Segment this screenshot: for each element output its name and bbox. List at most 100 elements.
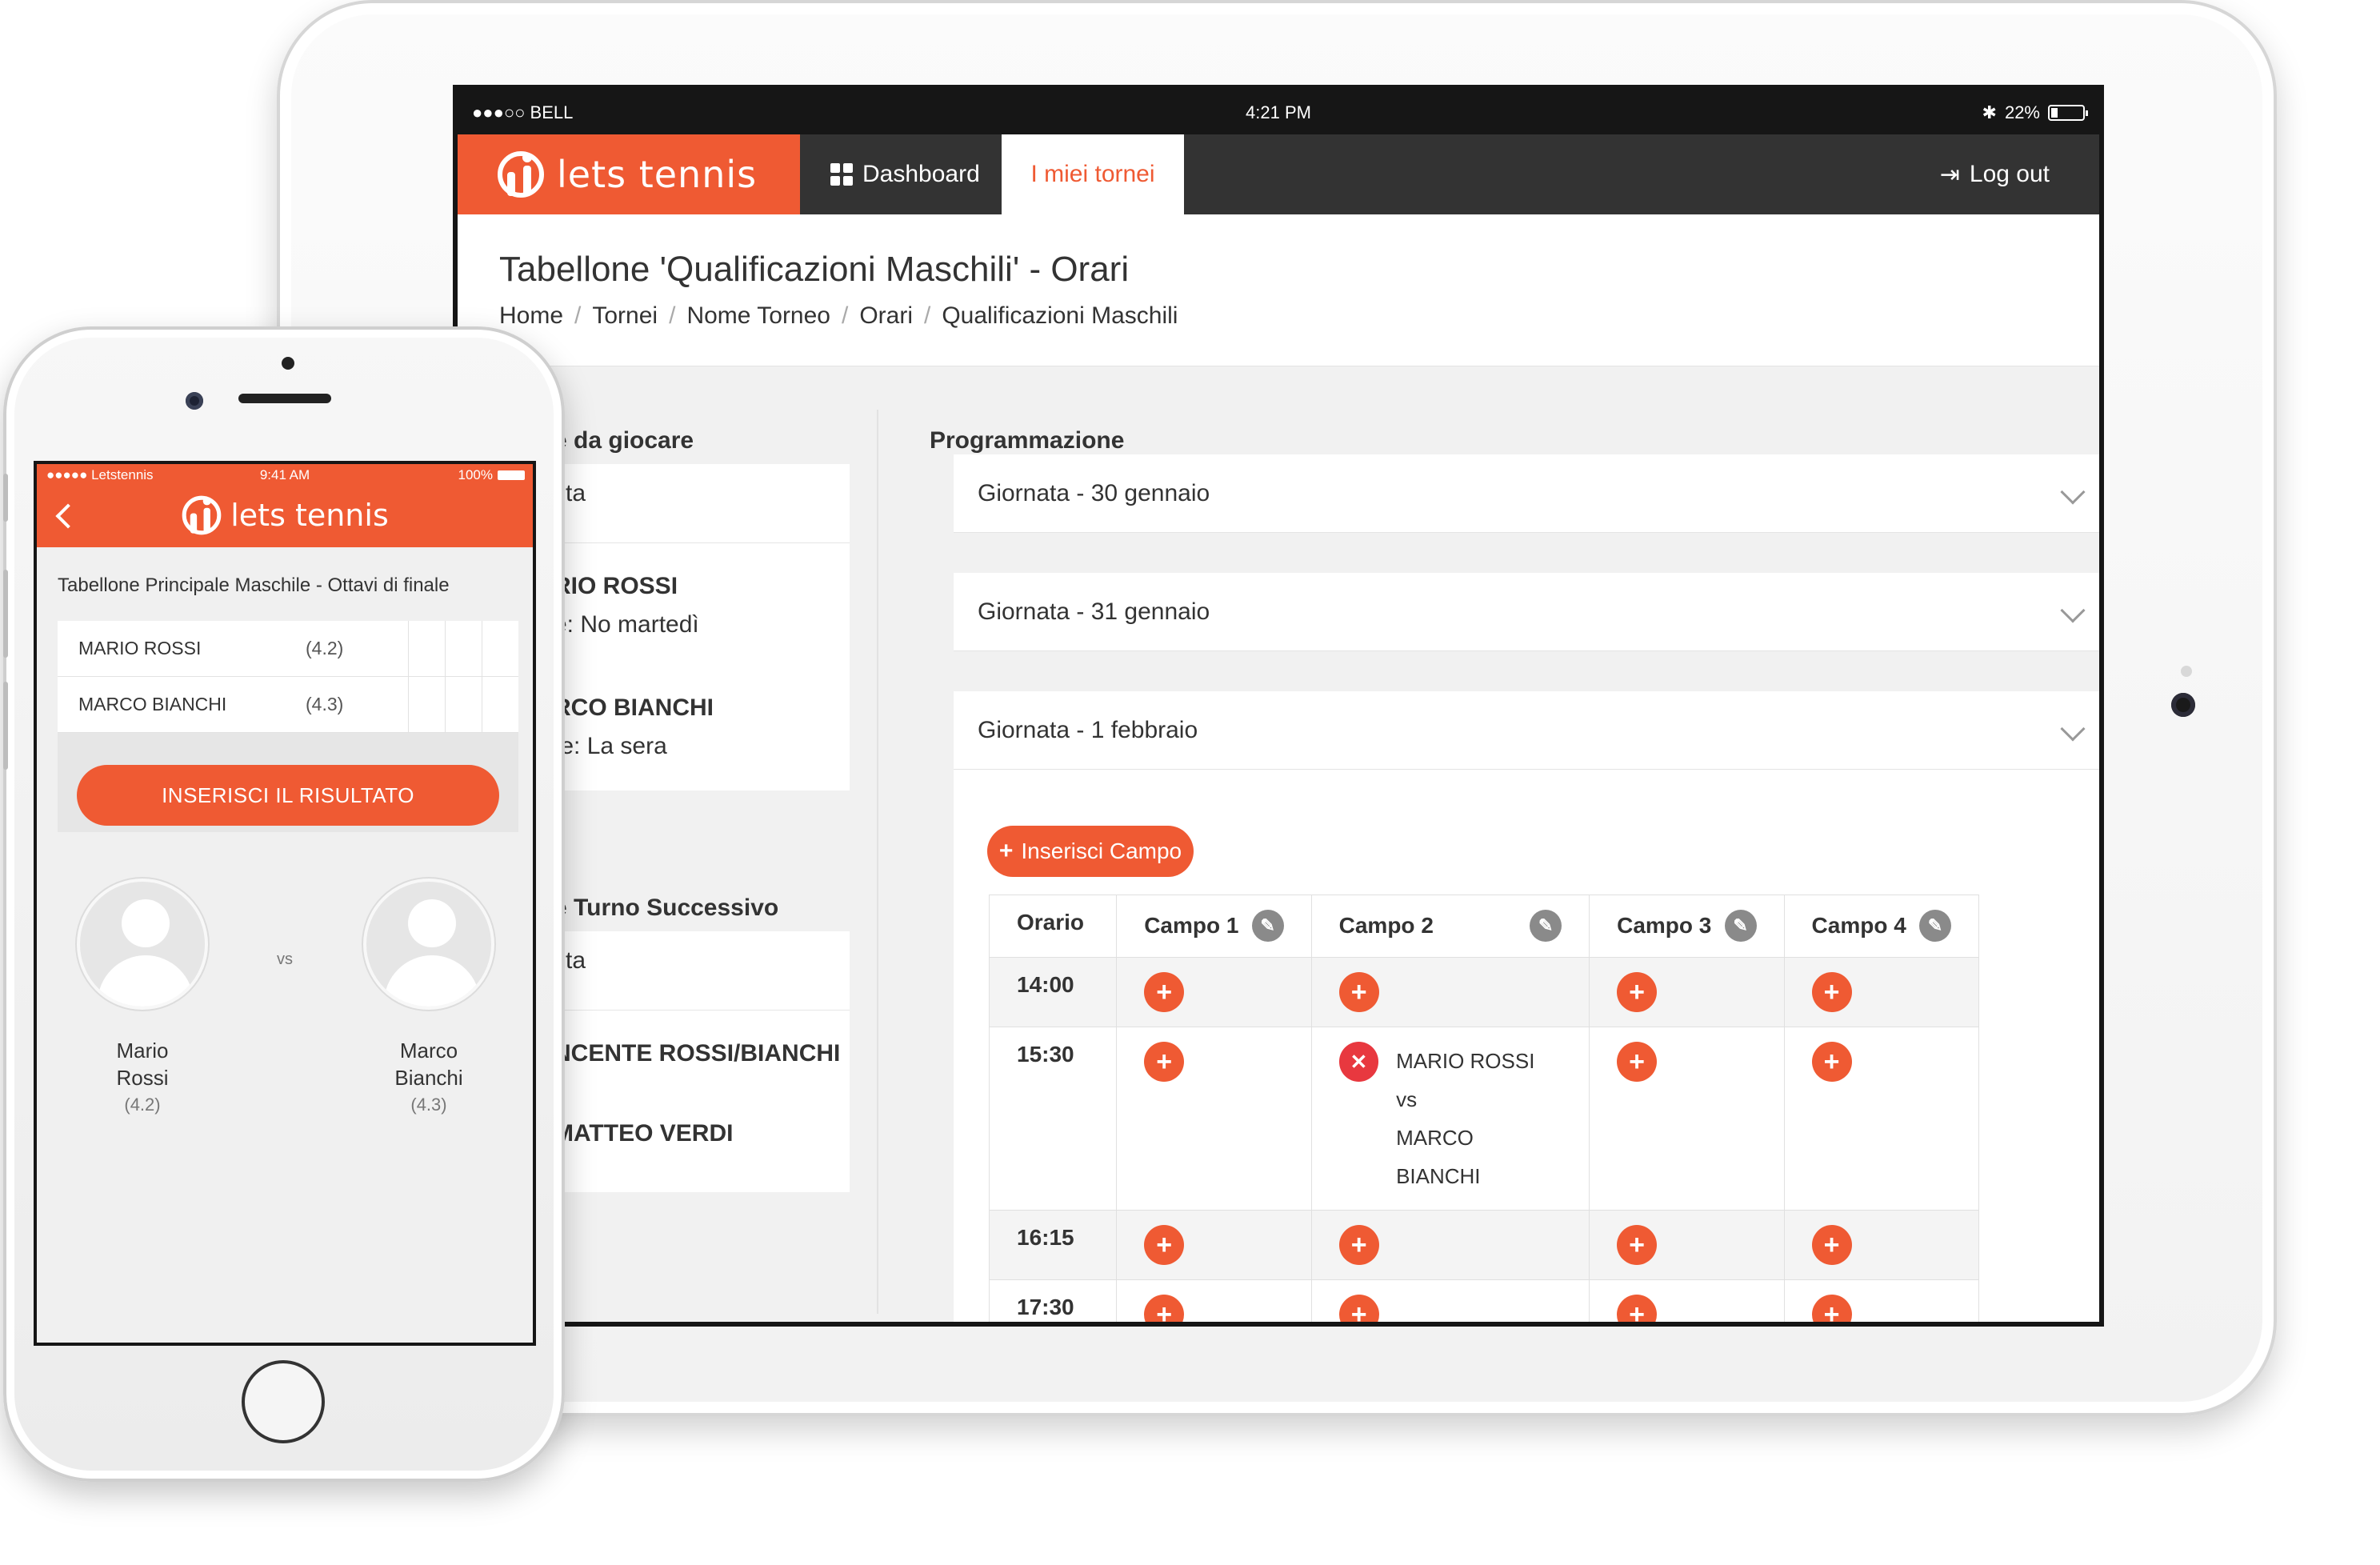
slot-cell: + (1116, 1279, 1312, 1322)
set-cell[interactable] (445, 621, 482, 677)
set-cell[interactable] (482, 677, 518, 733)
add-match-icon[interactable]: + (1617, 1295, 1658, 1322)
plus-icon: + (998, 838, 1014, 864)
match-vs: vs (1396, 1087, 1418, 1111)
nav-dashboard[interactable]: Dashboard (800, 134, 1010, 214)
add-match-icon[interactable]: + (1144, 1042, 1185, 1082)
phone-screen: ●●●●● Letstennis 9:41 AM 100% lets tenni… (34, 461, 536, 1346)
pencil-icon[interactable]: ✎ (1251, 910, 1284, 942)
player-2-rating: (4.3) (410, 1095, 447, 1115)
logout-label: Log out (1969, 161, 2050, 187)
pencil-icon[interactable]: ✎ (1530, 910, 1562, 942)
slot-cell: + (1783, 1027, 1980, 1211)
phone-front-sensor (282, 357, 294, 370)
top-navbar: lets tennis Dashboard I miei tornei ⇥ Lo… (458, 134, 2099, 214)
add-match-icon[interactable]: + (1811, 972, 1852, 1012)
slot-cell: + (1589, 957, 1785, 1027)
chevron-down-icon (2060, 479, 2086, 505)
brand-logo[interactable]: lets tennis (458, 134, 800, 214)
avatar-body (98, 955, 194, 1007)
logout-button[interactable]: ⇥ Log out (1910, 134, 2080, 214)
table-row: 14:00 + + + + (988, 957, 1980, 1027)
add-campo-button[interactable]: + Inserisci Campo (987, 826, 1194, 877)
player-note: te: La sera (554, 733, 667, 759)
campo-label: Campo 2 (1338, 913, 1434, 938)
time-cell: 15:30 (988, 1027, 1118, 1211)
phone-app-header: lets tennis (37, 485, 533, 547)
breadcrumb-tornei[interactable]: Tornei (592, 302, 658, 330)
pencil-icon[interactable]: ✎ (1724, 910, 1757, 942)
add-match-icon[interactable]: + (1144, 972, 1185, 1012)
time-cell: 17:30 (988, 1279, 1118, 1322)
add-match-icon[interactable]: + (1338, 1295, 1379, 1322)
phone-volume-up (3, 570, 8, 658)
phone-home-button[interactable] (242, 1360, 325, 1443)
battery-icon (2048, 105, 2088, 121)
phone-battery-percent: 100% (458, 467, 493, 482)
breadcrumb-home[interactable]: Home (499, 302, 563, 330)
set-cell[interactable] (445, 677, 482, 733)
nav-dashboard-label: Dashboard (862, 161, 980, 187)
player-name[interactable]: RCO BIANCHI (554, 694, 714, 722)
add-match-icon[interactable]: + (1338, 972, 1379, 1012)
breadcrumb-orari[interactable]: Orari (859, 302, 913, 330)
status-bar: ●●●○○ BELL 4:21 PM ✱ 22% (458, 90, 2099, 134)
set-cell[interactable] (482, 621, 518, 677)
slot-cell: + (1589, 1027, 1785, 1211)
match-players: MARIO ROSSI vs MARCO BIANCHI (1396, 1042, 1562, 1195)
day-accordion-30-jan[interactable]: Giornata - 30 gennaio (954, 454, 2099, 533)
tennis-logo-icon (182, 495, 222, 535)
add-match-icon[interactable]: + (1811, 1225, 1852, 1265)
phone-brand-logo: lets tennis (37, 494, 533, 536)
add-match-icon[interactable]: + (1617, 1042, 1658, 1082)
table-row: 16:15 + + + + (988, 1210, 1980, 1280)
insert-result-button[interactable]: INSERISCI IL RISULTATO (77, 765, 499, 826)
add-match-icon[interactable]: + (1617, 972, 1658, 1012)
phone-battery-icon (498, 470, 525, 480)
add-match-icon[interactable]: + (1811, 1042, 1852, 1082)
player-1-rating: (4.2) (124, 1095, 161, 1115)
nav-my-tournaments[interactable]: I miei tornei (1002, 134, 1184, 214)
tablet-camera (2171, 693, 2195, 717)
add-match-icon[interactable]: + (1338, 1225, 1379, 1265)
slot-cell: + (1589, 1210, 1785, 1280)
player-name[interactable]: RIO ROSSI (554, 573, 678, 600)
col-header-campo-1: Campo 1 ✎ (1116, 895, 1312, 958)
slot-cell: + (1116, 1027, 1312, 1211)
section-next-round: e Turno Successivo (554, 895, 779, 921)
set-cell[interactable] (408, 677, 445, 733)
battery-status: ✱ 22% (1982, 102, 2088, 123)
pencil-icon[interactable]: ✎ (1919, 910, 1951, 942)
score-table: MARIO ROSSI (4.2) MARCO BIANCHI (4.3) (58, 621, 518, 733)
player-1-first-name: Mario (116, 1039, 169, 1063)
player-name[interactable]: MATTEO VERDI (554, 1120, 733, 1147)
column-divider (877, 410, 878, 1314)
add-match-icon[interactable]: + (1811, 1295, 1852, 1322)
breadcrumb-separator: / (841, 302, 849, 329)
time-cell: 16:15 (988, 1210, 1118, 1280)
day-accordion-1-feb[interactable]: Giornata - 1 febbraio (954, 691, 2099, 770)
slot-cell: + (1783, 1279, 1980, 1322)
col-header-campo-3: Campo 3 ✎ (1589, 895, 1785, 958)
player-name[interactable]: NCENTE ROSSI/BIANCHI (554, 1040, 840, 1067)
phone-battery-status: 100% (458, 467, 525, 483)
add-match-icon[interactable]: + (1144, 1295, 1185, 1322)
remove-match-icon[interactable]: ✕ (1338, 1042, 1379, 1082)
breadcrumb-separator: / (574, 302, 582, 329)
add-match-icon[interactable]: + (1617, 1225, 1658, 1265)
avatar-body (384, 955, 480, 1007)
player-note: e: No martedì (554, 611, 699, 638)
breadcrumb-nome-torneo[interactable]: Nome Torneo (686, 302, 830, 330)
day-label: Giornata - 31 gennaio (978, 598, 1210, 625)
bluetooth-icon: ✱ (1982, 102, 1997, 122)
day-accordion-31-jan[interactable]: Giornata - 31 gennaio (954, 573, 2099, 651)
campo-label: Campo 3 (1617, 913, 1712, 938)
breadcrumb-separator: / (669, 302, 676, 329)
dashboard-grid-icon (830, 163, 853, 186)
add-match-icon[interactable]: + (1144, 1225, 1185, 1265)
slot-cell: + (1589, 1279, 1785, 1322)
nav-my-tournaments-label: I miei tornei (1030, 161, 1155, 187)
battery-percent: 22% (2004, 102, 2040, 122)
set-cell[interactable] (408, 621, 445, 677)
phone-earpiece (238, 394, 331, 403)
